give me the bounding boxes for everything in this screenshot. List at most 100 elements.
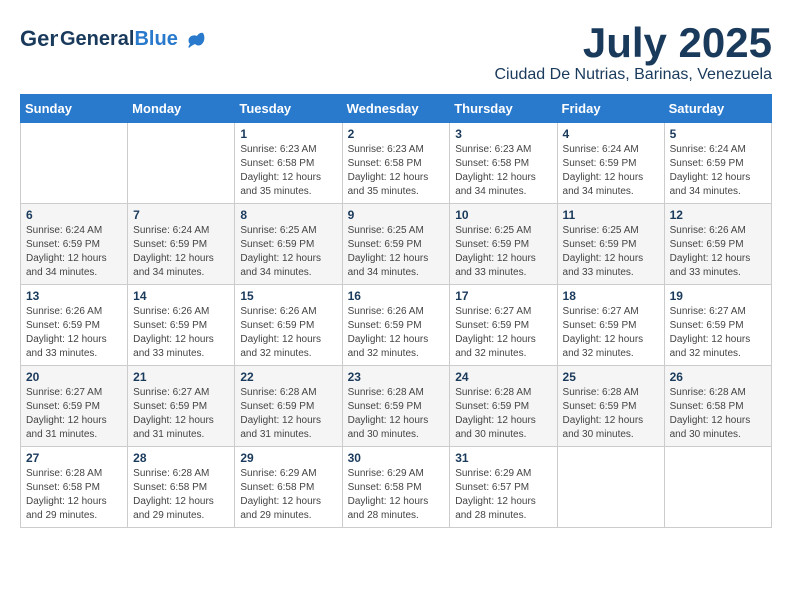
calendar-cell [21,123,128,204]
day-number: 8 [240,208,336,222]
calendar-header-row: SundayMondayTuesdayWednesdayThursdayFrid… [21,95,772,123]
sunset-text: Sunset: 6:58 PM [133,482,207,493]
sunset-text: Sunset: 6:59 PM [26,401,100,412]
day-info: Sunrise: 6:27 AM Sunset: 6:59 PM Dayligh… [26,386,122,442]
daylight-text: Daylight: 12 hours and 29 minutes. [240,496,321,521]
calendar-cell: 31 Sunrise: 6:29 AM Sunset: 6:57 PM Dayl… [450,447,557,528]
sunset-text: Sunset: 6:59 PM [348,320,422,331]
sunset-text: Sunset: 6:59 PM [133,401,207,412]
daylight-text: Daylight: 12 hours and 33 minutes. [455,253,536,278]
calendar-cell: 5 Sunrise: 6:24 AM Sunset: 6:59 PM Dayli… [664,123,771,204]
sunrise-text: Sunrise: 6:27 AM [26,387,102,398]
day-info: Sunrise: 6:26 AM Sunset: 6:59 PM Dayligh… [26,305,122,361]
day-info: Sunrise: 6:26 AM Sunset: 6:59 PM Dayligh… [133,305,229,361]
sunrise-text: Sunrise: 6:24 AM [133,225,209,236]
calendar-cell: 15 Sunrise: 6:26 AM Sunset: 6:59 PM Dayl… [235,285,342,366]
daylight-text: Daylight: 12 hours and 34 minutes. [455,172,536,197]
month-title: July 2025 [495,20,773,66]
sunset-text: Sunset: 6:59 PM [348,401,422,412]
calendar-week-row: 1 Sunrise: 6:23 AM Sunset: 6:58 PM Dayli… [21,123,772,204]
day-number: 5 [670,127,766,141]
calendar-cell: 9 Sunrise: 6:25 AM Sunset: 6:59 PM Dayli… [342,204,450,285]
daylight-text: Daylight: 12 hours and 33 minutes. [563,253,644,278]
daylight-text: Daylight: 12 hours and 29 minutes. [133,496,214,521]
sunset-text: Sunset: 6:59 PM [348,239,422,250]
day-info: Sunrise: 6:28 AM Sunset: 6:59 PM Dayligh… [348,386,445,442]
svg-text:Gene: Gene [20,26,58,51]
day-info: Sunrise: 6:23 AM Sunset: 6:58 PM Dayligh… [348,143,445,199]
calendar-cell [128,123,235,204]
calendar-cell: 2 Sunrise: 6:23 AM Sunset: 6:58 PM Dayli… [342,123,450,204]
sunrise-text: Sunrise: 6:25 AM [240,225,316,236]
day-number: 6 [26,208,122,222]
weekday-header-thursday: Thursday [450,95,557,123]
day-info: Sunrise: 6:29 AM Sunset: 6:58 PM Dayligh… [240,467,336,523]
sunset-text: Sunset: 6:59 PM [240,239,314,250]
calendar-cell: 24 Sunrise: 6:28 AM Sunset: 6:59 PM Dayl… [450,366,557,447]
sunrise-text: Sunrise: 6:27 AM [563,306,639,317]
sunset-text: Sunset: 6:58 PM [348,482,422,493]
daylight-text: Daylight: 12 hours and 31 minutes. [26,415,107,440]
sunrise-text: Sunrise: 6:28 AM [563,387,639,398]
calendar-cell: 3 Sunrise: 6:23 AM Sunset: 6:58 PM Dayli… [450,123,557,204]
day-info: Sunrise: 6:26 AM Sunset: 6:59 PM Dayligh… [240,305,336,361]
sunset-text: Sunset: 6:59 PM [563,158,637,169]
day-number: 14 [133,289,229,303]
day-info: Sunrise: 6:28 AM Sunset: 6:58 PM Dayligh… [670,386,766,442]
day-number: 26 [670,370,766,384]
logo-text: GeneralBlue [60,28,205,50]
daylight-text: Daylight: 12 hours and 28 minutes. [348,496,429,521]
day-number: 21 [133,370,229,384]
day-number: 20 [26,370,122,384]
day-info: Sunrise: 6:25 AM Sunset: 6:59 PM Dayligh… [455,224,551,280]
calendar-cell: 4 Sunrise: 6:24 AM Sunset: 6:59 PM Dayli… [557,123,664,204]
daylight-text: Daylight: 12 hours and 34 minutes. [348,253,429,278]
calendar-cell [664,447,771,528]
logo: Gene G GeneralBlue [20,20,205,58]
weekday-header-friday: Friday [557,95,664,123]
calendar-cell: 14 Sunrise: 6:26 AM Sunset: 6:59 PM Dayl… [128,285,235,366]
sunrise-text: Sunrise: 6:23 AM [240,144,316,155]
daylight-text: Daylight: 12 hours and 33 minutes. [26,334,107,359]
calendar-cell: 13 Sunrise: 6:26 AM Sunset: 6:59 PM Dayl… [21,285,128,366]
sunset-text: Sunset: 6:58 PM [26,482,100,493]
sunset-text: Sunset: 6:59 PM [133,239,207,250]
day-number: 25 [563,370,659,384]
sunset-text: Sunset: 6:59 PM [26,239,100,250]
calendar-cell: 29 Sunrise: 6:29 AM Sunset: 6:58 PM Dayl… [235,447,342,528]
calendar-cell: 7 Sunrise: 6:24 AM Sunset: 6:59 PM Dayli… [128,204,235,285]
sunrise-text: Sunrise: 6:24 AM [26,225,102,236]
calendar-cell: 30 Sunrise: 6:29 AM Sunset: 6:58 PM Dayl… [342,447,450,528]
weekday-header-sunday: Sunday [21,95,128,123]
sunset-text: Sunset: 6:59 PM [670,239,744,250]
sunset-text: Sunset: 6:58 PM [670,401,744,412]
sunset-text: Sunset: 6:58 PM [240,158,314,169]
sunset-text: Sunset: 6:59 PM [563,320,637,331]
day-number: 22 [240,370,336,384]
daylight-text: Daylight: 12 hours and 33 minutes. [670,253,751,278]
day-info: Sunrise: 6:27 AM Sunset: 6:59 PM Dayligh… [133,386,229,442]
calendar-cell: 28 Sunrise: 6:28 AM Sunset: 6:58 PM Dayl… [128,447,235,528]
daylight-text: Daylight: 12 hours and 30 minutes. [563,415,644,440]
daylight-text: Daylight: 12 hours and 32 minutes. [563,334,644,359]
calendar-cell: 25 Sunrise: 6:28 AM Sunset: 6:59 PM Dayl… [557,366,664,447]
sunrise-text: Sunrise: 6:23 AM [455,144,531,155]
sunset-text: Sunset: 6:59 PM [455,320,529,331]
day-number: 19 [670,289,766,303]
calendar-week-row: 13 Sunrise: 6:26 AM Sunset: 6:59 PM Dayl… [21,285,772,366]
sunrise-text: Sunrise: 6:26 AM [240,306,316,317]
calendar-cell: 22 Sunrise: 6:28 AM Sunset: 6:59 PM Dayl… [235,366,342,447]
calendar-week-row: 27 Sunrise: 6:28 AM Sunset: 6:58 PM Dayl… [21,447,772,528]
day-info: Sunrise: 6:26 AM Sunset: 6:59 PM Dayligh… [670,224,766,280]
calendar-cell: 17 Sunrise: 6:27 AM Sunset: 6:59 PM Dayl… [450,285,557,366]
day-info: Sunrise: 6:23 AM Sunset: 6:58 PM Dayligh… [240,143,336,199]
day-number: 1 [240,127,336,141]
title-block: July 2025 Ciudad De Nutrias, Barinas, Ve… [495,20,773,84]
sunrise-text: Sunrise: 6:27 AM [455,306,531,317]
bird-icon [185,31,205,49]
calendar-cell: 1 Sunrise: 6:23 AM Sunset: 6:58 PM Dayli… [235,123,342,204]
weekday-header-monday: Monday [128,95,235,123]
sunrise-text: Sunrise: 6:25 AM [455,225,531,236]
location-title: Ciudad De Nutrias, Barinas, Venezuela [495,66,773,84]
daylight-text: Daylight: 12 hours and 29 minutes. [26,496,107,521]
